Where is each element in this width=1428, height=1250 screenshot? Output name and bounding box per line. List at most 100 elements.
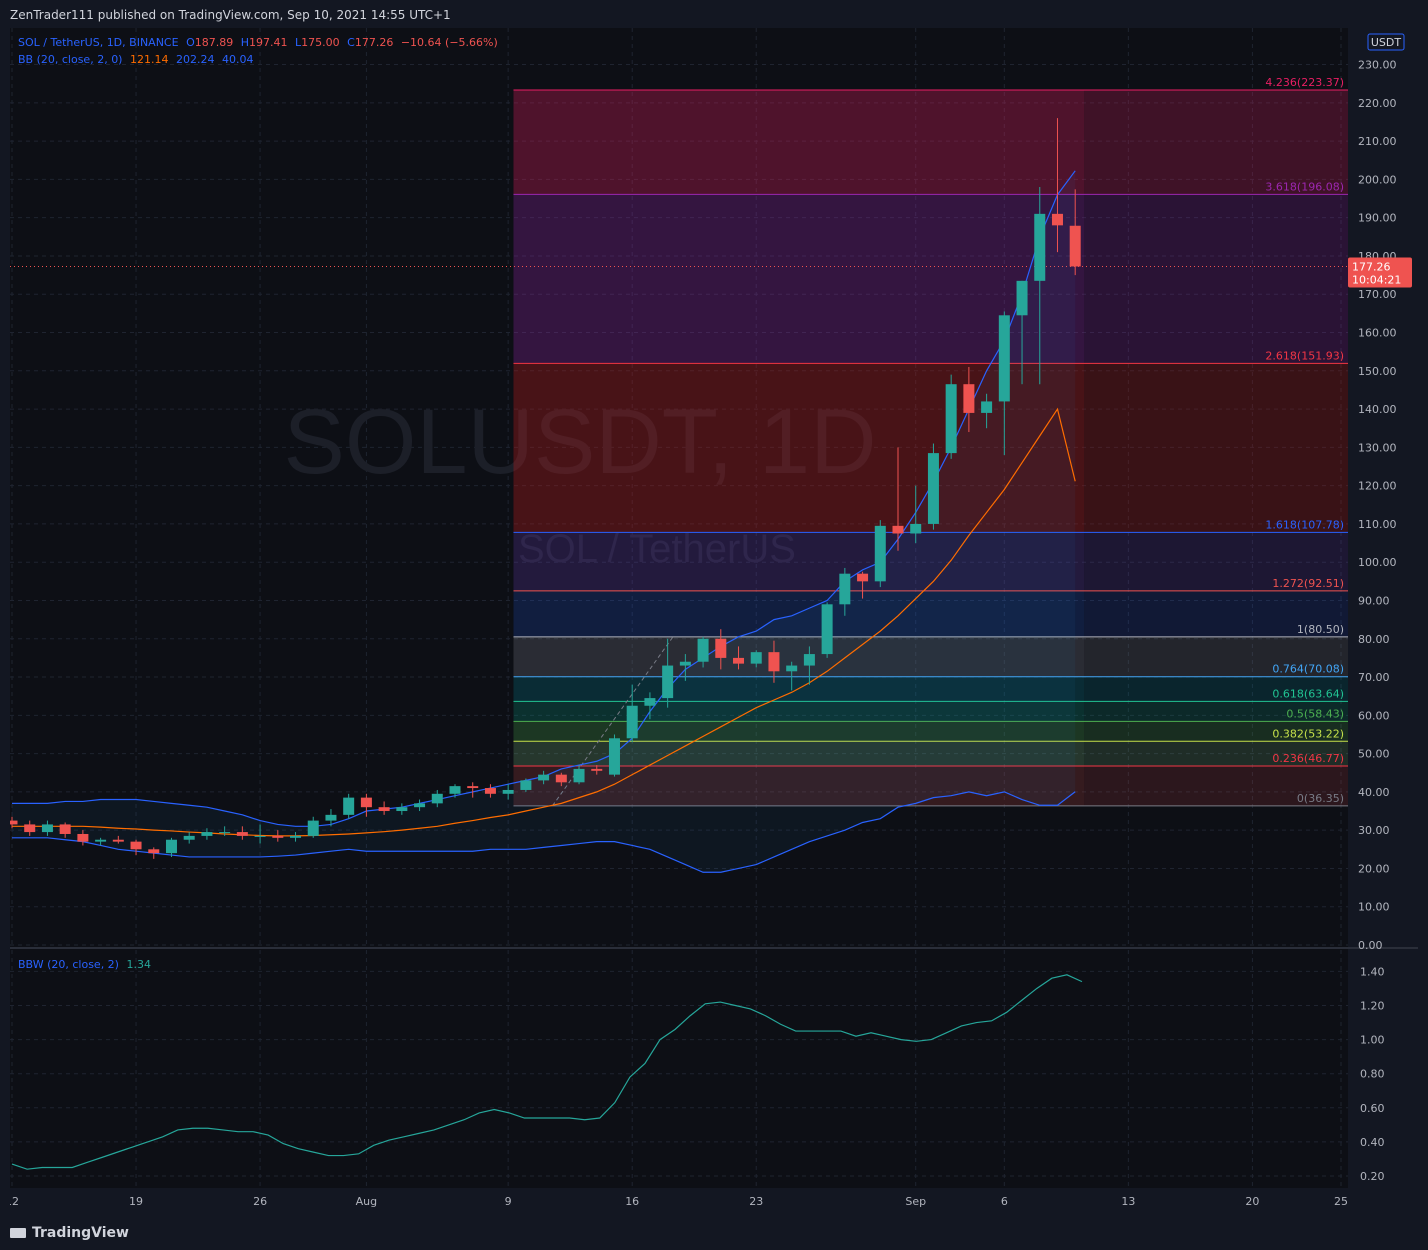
candle-body bbox=[555, 774, 567, 783]
high-value: 197.41 bbox=[249, 36, 288, 49]
candle-body bbox=[41, 824, 53, 833]
candle-body bbox=[839, 573, 851, 605]
candle-body bbox=[591, 768, 603, 771]
fib-level-label: 1(80.50) bbox=[1297, 623, 1344, 636]
time-tick-label: 25 bbox=[1334, 1195, 1348, 1208]
bbw-tick-label: 0.40 bbox=[1360, 1136, 1385, 1149]
candle-body bbox=[254, 835, 266, 837]
price-tick-label: 210.00 bbox=[1358, 135, 1397, 148]
price-tick-label: 120.00 bbox=[1358, 480, 1397, 493]
bbw-pane-bg bbox=[10, 950, 1348, 1188]
candle-body bbox=[130, 841, 142, 850]
fib-zone bbox=[513, 194, 1085, 364]
bb-label[interactable]: BB (20, close, 2, 0) bbox=[18, 53, 122, 66]
candle-body bbox=[608, 738, 620, 775]
candle-body bbox=[484, 788, 496, 794]
last-price-countdown: 10:04:21 bbox=[1352, 273, 1401, 286]
fib-level-label: 1.618(107.78) bbox=[1265, 518, 1344, 531]
candle-body bbox=[290, 835, 302, 838]
candle-body bbox=[998, 315, 1010, 402]
fib-level-label: 0.764(70.08) bbox=[1272, 663, 1344, 676]
candle-body bbox=[573, 768, 585, 783]
price-tick-label: 160.00 bbox=[1358, 327, 1397, 340]
candle-body bbox=[148, 849, 160, 854]
tradingview-logo-icon bbox=[10, 1228, 26, 1238]
chart-svg[interactable]: SOLUSDT, 1DSOL / TetherUS0(36.35)0.236(4… bbox=[10, 28, 1418, 1214]
candle-body bbox=[10, 820, 18, 825]
fib-level-label: 2.618(151.93) bbox=[1265, 349, 1344, 362]
candle-body bbox=[662, 665, 674, 699]
open-label: O bbox=[186, 36, 195, 49]
price-tick-label: 130.00 bbox=[1358, 441, 1397, 454]
candle-body bbox=[272, 835, 284, 838]
candle-body bbox=[378, 807, 390, 812]
candle-body bbox=[626, 705, 638, 739]
fib-level-label: 0(36.35) bbox=[1297, 792, 1344, 805]
price-tick-label: 50.00 bbox=[1358, 748, 1390, 761]
symbol-name[interactable]: SOL / TetherUS, 1D, BINANCE bbox=[18, 36, 179, 49]
price-tick-label: 190.00 bbox=[1358, 212, 1397, 225]
bbw-legend: BBW (20, close, 2) 1.34 bbox=[18, 958, 155, 971]
price-tick-label: 220.00 bbox=[1358, 97, 1397, 110]
candle-body bbox=[945, 384, 957, 454]
candle-body bbox=[77, 833, 89, 842]
price-tick-label: 10.00 bbox=[1358, 901, 1390, 914]
candle-body bbox=[360, 797, 372, 808]
time-tick-label: 26 bbox=[253, 1195, 267, 1208]
time-tick-label: 19 bbox=[129, 1195, 143, 1208]
fib-level-label: 4.236(223.37) bbox=[1265, 76, 1344, 89]
fib-level-label: 0.382(53.22) bbox=[1272, 727, 1344, 740]
publisher-line: ZenTrader111 published on TradingView.co… bbox=[10, 8, 451, 22]
candle-body bbox=[431, 793, 443, 804]
candle-body bbox=[768, 652, 780, 672]
candle-body bbox=[981, 401, 993, 413]
candle-body bbox=[1016, 280, 1028, 316]
candle-body bbox=[95, 839, 107, 842]
candle-body bbox=[236, 832, 248, 836]
candle-body bbox=[786, 665, 798, 672]
bbw-tick-label: 0.20 bbox=[1360, 1170, 1385, 1183]
bb-legend: BB (20, close, 2, 0) 121.14 202.24 40.04 bbox=[18, 53, 257, 66]
candle-body bbox=[1034, 213, 1046, 281]
candle-body bbox=[963, 384, 975, 413]
time-axis-bg bbox=[10, 1188, 1348, 1214]
low-value: 175.00 bbox=[301, 36, 340, 49]
bbw-label[interactable]: BBW (20, close, 2) bbox=[18, 958, 119, 971]
candle-body bbox=[857, 573, 869, 582]
candle-body bbox=[24, 824, 36, 833]
candle-body bbox=[165, 839, 177, 854]
candle-body bbox=[219, 832, 231, 834]
candle-body bbox=[538, 774, 550, 781]
price-tick-label: 80.00 bbox=[1358, 633, 1390, 646]
candle-body bbox=[697, 638, 709, 662]
candle-body bbox=[892, 525, 904, 534]
candle-body bbox=[733, 657, 745, 664]
time-tick-label: 9 bbox=[505, 1195, 512, 1208]
fib-zone-ext bbox=[1084, 363, 1348, 533]
time-tick-label: 16 bbox=[625, 1195, 639, 1208]
candle-body bbox=[414, 803, 426, 808]
time-tick-label: Aug bbox=[356, 1195, 377, 1208]
time-tick-label: 23 bbox=[749, 1195, 763, 1208]
price-tick-label: 0.00 bbox=[1358, 939, 1383, 952]
bb-upper-value: 202.24 bbox=[175, 53, 215, 66]
candle-body bbox=[750, 652, 762, 664]
price-tick-label: 40.00 bbox=[1358, 786, 1390, 799]
candle-body bbox=[715, 638, 727, 658]
chart-frame: SOLUSDT, 1DSOL / TetherUS0(36.35)0.236(4… bbox=[10, 28, 1418, 1214]
currency-label: USDT bbox=[1371, 36, 1402, 49]
fib-zone-ext bbox=[1084, 194, 1348, 364]
fib-level-label: 0.618(63.64) bbox=[1272, 687, 1344, 700]
bbw-tick-label: 0.60 bbox=[1360, 1102, 1385, 1115]
candle-body bbox=[201, 832, 213, 836]
top-bar: ZenTrader111 published on TradingView.co… bbox=[0, 0, 1428, 28]
fib-level-label: 1.272(92.51) bbox=[1272, 577, 1344, 590]
candle-body bbox=[307, 820, 319, 836]
candle-body bbox=[1051, 213, 1063, 226]
candle-body bbox=[821, 604, 833, 655]
price-tick-label: 140.00 bbox=[1358, 403, 1397, 416]
tradingview-logo[interactable]: TradingView bbox=[10, 1225, 129, 1241]
price-tick-label: 90.00 bbox=[1358, 594, 1390, 607]
time-tick-label: Sep bbox=[905, 1195, 926, 1208]
candle-body bbox=[325, 814, 337, 821]
